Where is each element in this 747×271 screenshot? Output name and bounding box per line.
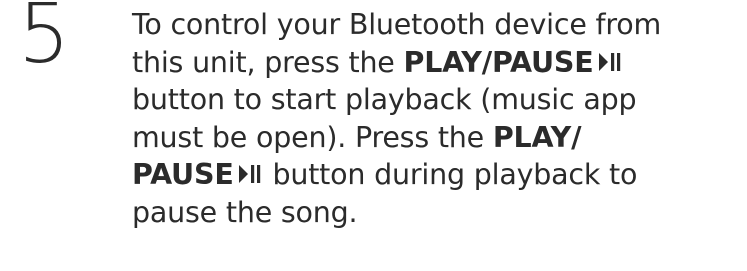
play-pause-icon xyxy=(598,52,622,72)
play-pause-button-label: PLAY/ xyxy=(492,120,582,154)
instruction-line: must be open). Press the PLAY/ xyxy=(132,120,582,154)
play-pause-button-label: PAUSE xyxy=(132,158,234,191)
instruction-line: button to start playback (music app xyxy=(132,83,637,116)
step-number: 5 xyxy=(18,0,71,82)
instruction-text: To control your Bluetooth device from th… xyxy=(132,6,732,231)
instruction-line: To control your Bluetooth device from xyxy=(132,8,662,41)
instruction-line: pause the song. xyxy=(132,195,358,229)
play-pause-button-label: PLAY/PAUSE xyxy=(403,45,594,79)
instruction-line: this unit, press the PLAY/PAUSE xyxy=(132,44,732,82)
instruction-line: PAUSE button during playback to xyxy=(132,158,638,191)
play-pause-icon xyxy=(238,164,262,184)
